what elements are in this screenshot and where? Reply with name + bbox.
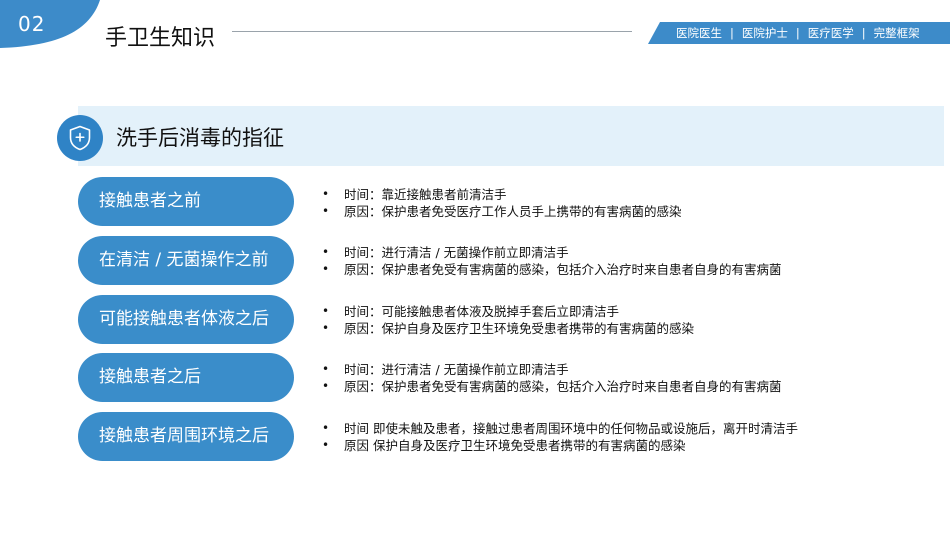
tag-item: 医院医生 xyxy=(676,26,722,40)
row-label-pill: 可能接触患者体液之后 xyxy=(78,295,294,344)
tag-bar: 医院医生 | 医院护士 | 医疗医学 | 完整框架 xyxy=(648,22,950,44)
row-label-pill: 在清洁 / 无菌操作之前 xyxy=(78,236,294,285)
row-bullet-list: 时间：进行清洁 / 无菌操作前立即清洁手 原因：保护患者免受有害病菌的感染，包括… xyxy=(322,244,782,278)
row-label-pill: 接触患者之前 xyxy=(78,177,294,226)
row-bullet-list: 时间：进行清洁 / 无菌操作前立即清洁手 原因：保护患者免受有害病菌的感染，包括… xyxy=(322,361,782,395)
bullet-reason: 原因：保护患者免受医疗工作人员手上携带的有害病菌的感染 xyxy=(322,203,682,220)
section-title: 洗手后消毒的指征 xyxy=(116,126,284,150)
bullet-time: 时间：进行清洁 / 无菌操作前立即清洁手 xyxy=(322,361,782,378)
shield-plus-icon xyxy=(69,125,91,151)
section-icon-circle xyxy=(57,115,103,161)
tag-item: 完整框架 xyxy=(873,26,920,40)
bullet-time: 时间 即使未触及患者，接触过患者周围环境中的任何物品或设施后，离开时清洁手 xyxy=(322,420,798,437)
row-label-pill: 接触患者之后 xyxy=(78,353,294,402)
row-label-pill: 接触患者周围环境之后 xyxy=(78,412,294,461)
bullet-time: 时间：靠近接触患者前清洁手 xyxy=(322,186,682,203)
corner-decoration xyxy=(0,0,100,48)
tag-separator: | xyxy=(795,26,800,40)
tag-separator: | xyxy=(861,26,866,40)
bullet-reason: 原因：保护患者免受有害病菌的感染，包括介入治疗时来自患者自身的有害病菌 xyxy=(322,261,782,278)
row-bullet-list: 时间：可能接触患者体液及脱掉手套后立即清洁手 原因：保护自身及医疗卫生环境免受患… xyxy=(322,303,694,337)
row-bullet-list: 时间：靠近接触患者前清洁手 原因：保护患者免受医疗工作人员手上携带的有害病菌的感… xyxy=(322,186,682,220)
title-divider xyxy=(232,31,632,32)
bullet-reason: 原因：保护自身及医疗卫生环境免受患者携带的有害病菌的感染 xyxy=(322,320,694,337)
bullet-time: 时间：可能接触患者体液及脱掉手套后立即清洁手 xyxy=(322,303,694,320)
slide-title: 手卫生知识 xyxy=(105,26,216,51)
bullet-reason: 原因：保护患者免受有害病菌的感染，包括介入治疗时来自患者自身的有害病菌 xyxy=(322,378,782,395)
tag-item: 医疗医学 xyxy=(807,26,854,40)
tag-item: 医院护士 xyxy=(741,26,788,40)
tag-separator: | xyxy=(730,26,734,40)
bullet-reason: 原因 保护自身及医疗卫生环境免受患者携带的有害病菌的感染 xyxy=(322,437,798,454)
row-bullet-list: 时间 即使未触及患者，接触过患者周围环境中的任何物品或设施后，离开时清洁手 原因… xyxy=(322,420,798,454)
bullet-time: 时间：进行清洁 / 无菌操作前立即清洁手 xyxy=(322,244,782,261)
section-number: 02 xyxy=(18,12,46,36)
